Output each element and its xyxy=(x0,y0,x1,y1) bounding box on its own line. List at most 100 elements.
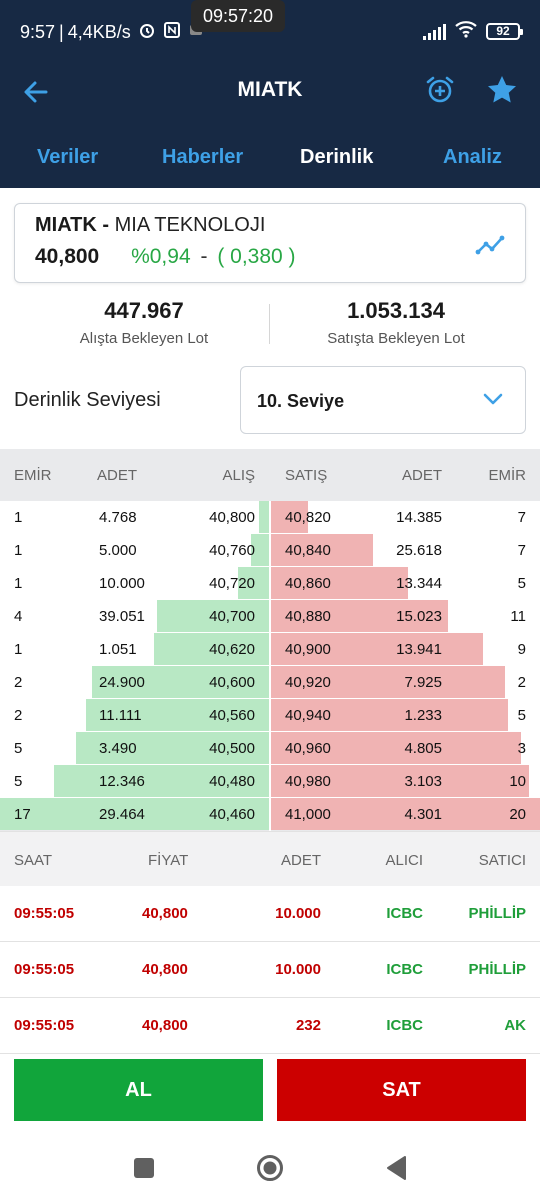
header-adet-sell: ADET xyxy=(401,467,442,484)
buy-order-count: 1 xyxy=(14,509,23,526)
waiting-lots: 447.967 Alışta Bekleyen Lot 1.053.134 Sa… xyxy=(0,298,540,356)
bid-price: 40,560 xyxy=(209,707,255,724)
bid-price: 40,480 xyxy=(209,773,255,790)
sell-lot-label: Satışta Bekleyen Lot xyxy=(327,330,465,347)
bid-price: 40,500 xyxy=(209,740,255,757)
clock-overlay: 09:57:20 xyxy=(191,0,285,32)
header-adet-buy: ADET xyxy=(97,467,138,484)
trade-time: 09:55:05 xyxy=(14,1017,75,1034)
ask-price: 40,820 xyxy=(285,509,331,526)
status-network-speed: 4,4KB/s xyxy=(67,22,131,42)
trade-row: 09:55:05 40,800 10.000 ICBC PHİLLİP xyxy=(0,942,540,998)
ask-price: 41,000 xyxy=(285,806,331,823)
depth-level-label: Derinlik Seviyesi xyxy=(14,389,161,411)
buy-quantity: 39.051 xyxy=(99,608,145,625)
order-book-divider xyxy=(269,501,271,831)
buy-quantity: 5.000 xyxy=(99,542,137,559)
trade-buyer: ICBC xyxy=(386,905,423,922)
alarm-status-icon xyxy=(138,21,156,44)
header-emir-sell: EMİR xyxy=(488,467,527,484)
trade-seller: PHİLLİP xyxy=(468,961,526,978)
wifi-icon xyxy=(454,20,478,43)
nav-back-icon[interactable] xyxy=(385,1155,407,1181)
stock-change-separator: - xyxy=(200,245,208,268)
signal-icon xyxy=(423,23,446,40)
buy-order-count: 17 xyxy=(14,806,31,823)
status-time: 9:57 xyxy=(20,22,56,42)
trade-price: 40,800 xyxy=(142,1017,188,1034)
order-book-header: EMİR ADET ALIŞ SATIŞ ADET EMİR xyxy=(0,449,540,501)
page-title: MIATK xyxy=(237,78,303,101)
ask-price: 40,840 xyxy=(285,542,331,559)
trade-quantity: 232 xyxy=(295,1017,321,1034)
depth-level-value: 10. Seviye xyxy=(257,391,345,411)
sell-button[interactable]: SAT xyxy=(277,1059,526,1121)
tab-derinlik[interactable]: Derinlik xyxy=(300,146,373,169)
status-right: 92 xyxy=(423,20,523,43)
sell-quantity: 25.618 xyxy=(396,542,442,559)
chart-icon[interactable] xyxy=(475,234,505,256)
buy-quantity: 24.900 xyxy=(99,674,145,691)
tab-analiz[interactable]: Analiz xyxy=(443,146,502,169)
buy-waiting-lot: 447.967 Alışta Bekleyen Lot xyxy=(9,298,279,347)
app-header: MIATK xyxy=(0,62,540,126)
buy-order-count: 5 xyxy=(14,773,23,790)
tab-haberler[interactable]: Haberler xyxy=(162,146,243,169)
alarm-add-icon[interactable] xyxy=(424,74,456,106)
buy-quantity: 3.490 xyxy=(99,740,137,757)
sell-quantity: 15.023 xyxy=(396,608,442,625)
depth-level-select[interactable]: 10. Seviye xyxy=(240,366,526,434)
chevron-down-icon xyxy=(483,392,503,406)
ask-price: 40,960 xyxy=(285,740,331,757)
stock-symbol: MIATK - xyxy=(35,214,110,236)
sell-lot-value: 1.053.134 xyxy=(347,298,445,323)
ask-price: 40,880 xyxy=(285,608,331,625)
ask-price: 40,920 xyxy=(285,674,331,691)
sell-order-count: 5 xyxy=(517,707,526,724)
ask-price: 40,940 xyxy=(285,707,331,724)
trade-row: 09:55:05 40,800 232 ICBC AK xyxy=(0,998,540,1054)
buy-quantity: 12.346 xyxy=(99,773,145,790)
status-bar: 9:57 | 4,4KB/s 09:57:20 92 xyxy=(0,0,540,62)
home-icon[interactable] xyxy=(256,1154,284,1182)
tab-veriler[interactable]: Veriler xyxy=(37,146,98,169)
header-satici: SATICI xyxy=(478,852,526,869)
header-satis: SATIŞ xyxy=(285,467,328,484)
buy-order-count: 1 xyxy=(14,542,23,559)
sell-order-count: 9 xyxy=(517,641,526,658)
buy-quantity: 11.111 xyxy=(99,707,142,724)
bid-price: 40,460 xyxy=(209,806,255,823)
buy-button[interactable]: AL xyxy=(14,1059,263,1121)
sell-order-count: 3 xyxy=(517,740,526,757)
sell-order-count: 11 xyxy=(510,608,526,625)
trade-row: 09:55:05 40,800 10.000 ICBC PHİLLİP xyxy=(0,886,540,942)
stock-name: MIA TEKNOLOJI xyxy=(114,214,266,236)
ask-price: 40,900 xyxy=(285,641,331,658)
sell-quantity: 7.925 xyxy=(404,674,442,691)
ask-price: 40,980 xyxy=(285,773,331,790)
trades-header: SAAT FİYAT ADET ALICI SATICI xyxy=(0,831,540,886)
stock-change-pct: %0,94 xyxy=(131,245,191,268)
bid-price: 40,620 xyxy=(209,641,255,658)
buy-quantity: 1.051 xyxy=(99,641,137,658)
recent-apps-icon[interactable] xyxy=(134,1158,154,1178)
buy-order-count: 2 xyxy=(14,707,23,724)
buy-lot-value: 447.967 xyxy=(104,298,184,323)
sell-order-count: 20 xyxy=(509,806,526,823)
trade-buyer: ICBC xyxy=(386,1017,423,1034)
buy-order-count: 1 xyxy=(14,575,23,592)
nfc-icon xyxy=(163,21,181,44)
stock-summary-card: MIATK - MIA TEKNOLOJI 40,800 %0,94 - ( 0… xyxy=(14,203,526,283)
stock-change-abs: ( 0,380 ) xyxy=(217,245,296,268)
trade-quantity: 10.000 xyxy=(275,961,321,978)
trade-quantity: 10.000 xyxy=(275,905,321,922)
ask-price: 40,860 xyxy=(285,575,331,592)
sell-order-count: 2 xyxy=(517,674,526,691)
sell-quantity: 13.344 xyxy=(396,575,442,592)
tab-bar: Veriler Haberler Derinlik Analiz xyxy=(0,126,540,188)
sell-quantity: 1.233 xyxy=(404,707,442,724)
header-alis: ALIŞ xyxy=(222,467,255,484)
sell-quantity: 14.385 xyxy=(396,509,442,526)
star-icon[interactable] xyxy=(485,73,519,107)
status-separator: | xyxy=(59,22,64,42)
